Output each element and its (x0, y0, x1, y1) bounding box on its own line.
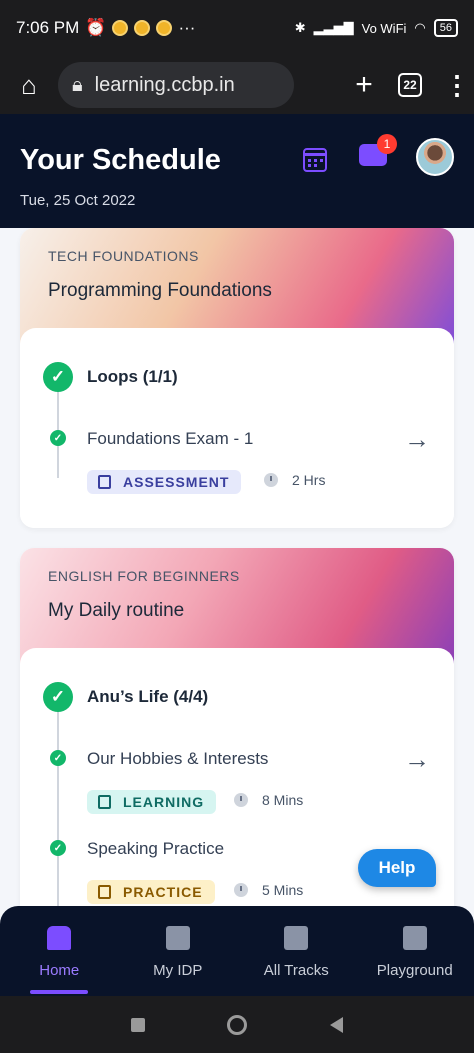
clock-icon (264, 473, 278, 487)
duration: 2 Hrs (264, 472, 325, 488)
list-item[interactable]: ✓ Foundations Exam - 1 → ASSESSMENT 2 Hr… (20, 420, 454, 510)
type-label: LEARNING (123, 794, 205, 810)
notification-dot-icon (156, 20, 173, 36)
signal-icon: ▂▃▅▇ (313, 20, 354, 35)
book-icon (98, 795, 111, 809)
arrow-right-icon[interactable]: → (404, 744, 430, 775)
nav-label: Home (39, 962, 80, 979)
duration-text: 2 Hrs (292, 472, 326, 488)
module-title: Anu’s Life (4/4) (87, 687, 209, 706)
item-title: Foundations Exam - 1 (87, 429, 254, 448)
book-open-icon (284, 926, 309, 950)
notification-dot-icon (112, 20, 129, 36)
schedule-content[interactable]: TECH FOUNDATIONS Programming Foundations… (0, 228, 474, 906)
address-bar[interactable]: 🔒︎ learning.ccbp.in (58, 62, 294, 108)
schedule-date: Tue, 25 Oct 2022 (20, 192, 136, 209)
nav-label: Playground (376, 962, 453, 979)
duration-text: 5 Mins (262, 882, 304, 898)
type-label: ASSESSMENT (123, 474, 230, 490)
vowifi-label: Vo WiFi (361, 20, 407, 36)
duration-text: 8 Mins (262, 792, 304, 808)
clock-icon (234, 883, 248, 897)
avatar[interactable] (416, 138, 454, 176)
bluetooth-icon: ✱ (294, 20, 306, 35)
module-row[interactable]: ✓ Loops (1/1) (20, 328, 454, 420)
clipboard-check-icon (98, 885, 111, 899)
new-tab-icon[interactable]: + (344, 68, 384, 102)
course-category: TECH FOUNDATIONS (48, 248, 199, 264)
course-name: My Daily routine (48, 600, 185, 621)
wifi-icon: ◠ (414, 20, 426, 35)
flag-icon (165, 926, 190, 950)
status-time: 7:06 PM (16, 18, 80, 37)
notification-dot-icon (134, 20, 151, 36)
home-icon[interactable]: ⌂ (12, 70, 46, 101)
nav-label: My IDP (153, 962, 203, 979)
nav-my-idp[interactable]: My IDP (119, 906, 238, 996)
course-body: ✓ Loops (1/1) ✓ Foundations Exam - 1 → A… (20, 328, 454, 528)
browser-toolbar: ⌂ 🔒︎ learning.ccbp.in + 22 ⋮ (0, 56, 474, 114)
schedule-header: Your Schedule Tue, 25 Oct 2022 1 (0, 114, 474, 228)
calendar-icon[interactable] (303, 148, 327, 172)
item-title: Speaking Practice (87, 839, 225, 858)
lock-icon: 🔒︎ (72, 73, 83, 96)
battery-icon: 56 (433, 19, 458, 37)
course-name: Programming Foundations (48, 280, 272, 301)
check-icon: ✓ (50, 750, 66, 766)
clipboard-icon (98, 475, 111, 489)
list-item[interactable]: ✓ Our Hobbies & Interests → LEARNING 8 M… (20, 740, 454, 830)
type-badge: ASSESSMENT (87, 470, 242, 494)
check-icon: ✓ (50, 430, 66, 446)
help-button[interactable]: Help (358, 849, 436, 887)
nav-home[interactable]: Home (0, 906, 119, 996)
home-icon (47, 926, 72, 950)
status-bar: 7:06 PM ⏰ ··· ✱ ▂▃▅▇ Vo WiFi ◠ 56 (0, 0, 474, 56)
type-label: PRACTICE (123, 884, 203, 900)
nav-playground[interactable]: Playground (356, 906, 474, 996)
alarm-icon: ⏰ (85, 18, 107, 37)
page-title: Your Schedule (20, 144, 221, 176)
course-card[interactable]: TECH FOUNDATIONS Programming Foundations… (20, 228, 454, 528)
notification-badge: 1 (377, 134, 397, 154)
arrow-right-icon[interactable]: → (404, 424, 430, 455)
check-circle-icon: ✓ (43, 682, 73, 712)
item-title: Our Hobbies & Interests (87, 749, 269, 768)
back-icon[interactable] (329, 1016, 343, 1033)
type-badge: LEARNING (87, 790, 217, 814)
check-icon: ✓ (50, 840, 66, 856)
more-notifications-icon: ··· (178, 18, 196, 37)
system-nav-bar (0, 996, 474, 1053)
duration: 5 Mins (234, 882, 303, 898)
home-button-icon[interactable] (227, 1014, 248, 1035)
clock-icon (234, 793, 248, 807)
tabs-icon[interactable]: 22 (398, 73, 422, 97)
duration: 8 Mins (234, 792, 303, 808)
recents-icon[interactable] (131, 1017, 146, 1032)
nav-all-tracks[interactable]: All Tracks (237, 906, 356, 996)
type-badge: PRACTICE (87, 880, 215, 904)
course-category: ENGLISH FOR BEGINNERS (48, 568, 240, 584)
terminal-icon (402, 926, 427, 950)
bottom-nav: Home My IDP All Tracks Playground (0, 906, 474, 996)
module-row[interactable]: ✓ Anu’s Life (4/4) (20, 648, 454, 740)
url-text: learning.ccbp.in (94, 73, 235, 96)
module-title: Loops (1/1) (87, 367, 178, 386)
check-circle-icon: ✓ (43, 362, 73, 392)
more-icon[interactable]: ⋮ (444, 70, 470, 101)
nav-label: All Tracks (263, 962, 329, 979)
